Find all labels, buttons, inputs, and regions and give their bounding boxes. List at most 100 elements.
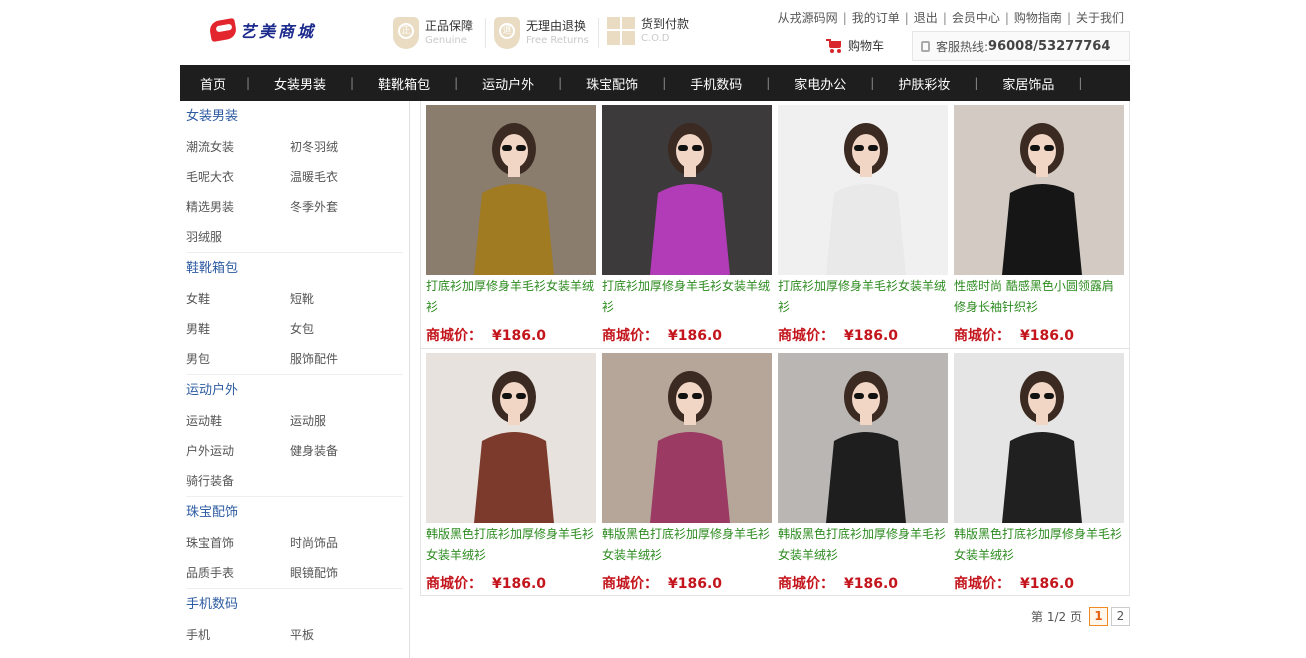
- page-info: 第 1/2 页: [1031, 610, 1082, 624]
- product-card[interactable]: 韩版黑色打底衫加厚修身羊毛衫女装羊绒衫 商城价： ¥186.0: [778, 353, 948, 593]
- subcategory-link[interactable]: 运动服: [290, 406, 394, 436]
- product-name[interactable]: 打底衫加厚修身羊毛衫女装羊绒衫: [602, 276, 772, 318]
- product-card[interactable]: 打底衫加厚修身羊毛衫女装羊绒衫 商城价： ¥186.0: [426, 105, 596, 345]
- hotline-label: 客服热线:: [936, 39, 989, 54]
- logo-text: 艺美商城: [240, 22, 317, 41]
- category-jewelry: 珠宝配饰 珠宝首饰 时尚饰品 品质手表 眼镜配饰: [186, 497, 403, 589]
- category-title[interactable]: 鞋靴箱包: [186, 253, 403, 284]
- product-image[interactable]: [954, 105, 1124, 275]
- product-image[interactable]: [778, 105, 948, 275]
- product-image[interactable]: [954, 353, 1124, 523]
- product-name[interactable]: 性感时尚 酷感黑色小圆领露肩修身长袖针织衫: [954, 276, 1124, 318]
- category-title[interactable]: 运动户外: [186, 375, 403, 406]
- nav-item-appliance[interactable]: 家电办公: [770, 74, 870, 93]
- subcategory-link[interactable]: 男包: [186, 344, 290, 374]
- site-logo[interactable]: 艺美商城: [208, 14, 316, 46]
- subcategory-link[interactable]: 初冬羽绒: [290, 132, 394, 162]
- subcategory-link[interactable]: 短靴: [290, 284, 394, 314]
- nav-item-home[interactable]: 首页: [180, 74, 246, 93]
- product-name[interactable]: 韩版黑色打底衫加厚修身羊毛衫女装羊绒衫: [602, 524, 772, 566]
- product-card[interactable]: 韩版黑色打底衫加厚修身羊毛衫女装羊绒衫 商城价： ¥186.0: [954, 353, 1124, 593]
- toplink-shopping-guide[interactable]: 购物指南: [1014, 11, 1062, 25]
- logo-mark-icon: [208, 16, 238, 44]
- divider: [485, 18, 486, 48]
- subcategory-link[interactable]: 品质手表: [186, 558, 290, 588]
- subcategory-link[interactable]: 珠宝首饰: [186, 528, 290, 558]
- cod-box-icon: [607, 17, 635, 45]
- subcategory-link[interactable]: 健身装备: [290, 436, 394, 466]
- divider: [598, 18, 599, 48]
- subcategory-link[interactable]: 骑行装备: [186, 466, 290, 496]
- product-price: 商城价： ¥186.0: [602, 576, 723, 592]
- subcategory-link[interactable]: 时尚饰品: [290, 528, 394, 558]
- category-digital: 手机数码 手机 平板: [186, 589, 403, 650]
- nav-item-beauty[interactable]: 护肤彩妆: [874, 74, 974, 93]
- nav-item-apparel[interactable]: 女装男装: [250, 74, 350, 93]
- hotline-number: 96008/53277764: [988, 38, 1111, 54]
- toplink-about-us[interactable]: 关于我们: [1076, 11, 1124, 25]
- subcategory-link[interactable]: 毛呢大衣: [186, 162, 290, 192]
- toplink-member-center[interactable]: 会员中心: [952, 11, 1000, 25]
- product-row: 打底衫加厚修身羊毛衫女装羊绒衫 商城价： ¥186.0 打底衫加厚修身羊毛衫女装羊…: [421, 101, 1129, 348]
- promise-subtitle: Genuine: [425, 35, 467, 46]
- product-image[interactable]: [602, 353, 772, 523]
- pagination: 第 1/2 页 1 2: [1031, 607, 1130, 626]
- nav-item-home-decor[interactable]: 家居饰品: [978, 74, 1078, 93]
- subcategory-link[interactable]: 手机: [186, 620, 290, 650]
- product-image[interactable]: [426, 353, 596, 523]
- subcategory-link[interactable]: 平板: [290, 620, 394, 650]
- product-price: 商城价： ¥186.0: [602, 328, 723, 344]
- product-card[interactable]: 韩版黑色打底衫加厚修身羊毛衫女装羊绒衫 商城价： ¥186.0: [426, 353, 596, 593]
- promise-subtitle: C.O.D: [641, 33, 670, 44]
- nav-item-digital[interactable]: 手机数码: [666, 74, 766, 93]
- product-name[interactable]: 韩版黑色打底衫加厚修身羊毛衫女装羊绒衫: [954, 524, 1124, 566]
- product-price: 商城价： ¥186.0: [426, 576, 547, 592]
- category-title[interactable]: 女装男装: [186, 101, 403, 132]
- product-card[interactable]: 打底衫加厚修身羊毛衫女装羊绒衫 商城价： ¥186.0: [778, 105, 948, 345]
- nav-divider: |: [1078, 76, 1083, 90]
- returns-shield-icon: 退: [494, 17, 520, 49]
- category-title[interactable]: 手机数码: [186, 589, 403, 620]
- subcategory-link[interactable]: 羽绒服: [186, 222, 290, 252]
- product-name[interactable]: 打底衫加厚修身羊毛衫女装羊绒衫: [426, 276, 596, 318]
- subcategory-link[interactable]: 眼镜配饰: [290, 558, 394, 588]
- product-image[interactable]: [602, 105, 772, 275]
- cart-link[interactable]: 购物车: [826, 37, 884, 54]
- subcategory-link[interactable]: 户外运动: [186, 436, 290, 466]
- cart-icon: [826, 38, 842, 53]
- category-sidebar: 女装男装 潮流女装 初冬羽绒 毛呢大衣 温暖毛衣 精选男装 冬季外套 羽绒服 鞋…: [180, 101, 410, 658]
- product-name[interactable]: 打底衫加厚修身羊毛衫女装羊绒衫: [778, 276, 948, 318]
- subcategory-link[interactable]: 女包: [290, 314, 394, 344]
- product-price: 商城价： ¥186.0: [778, 576, 899, 592]
- toplink-logout[interactable]: 退出: [914, 11, 938, 25]
- subcategory-link[interactable]: 女鞋: [186, 284, 290, 314]
- subcategory-link[interactable]: 男鞋: [186, 314, 290, 344]
- product-name[interactable]: 韩版黑色打底衫加厚修身羊毛衫女装羊绒衫: [426, 524, 596, 566]
- product-card[interactable]: 韩版黑色打底衫加厚修身羊毛衫女装羊绒衫 商城价： ¥186.0: [602, 353, 772, 593]
- page-button-1[interactable]: 1: [1089, 607, 1108, 626]
- promise-genuine: 正 正品保障 Genuine: [393, 17, 473, 49]
- product-image[interactable]: [426, 105, 596, 275]
- subcategory-link[interactable]: 运动鞋: [186, 406, 290, 436]
- top-links: 从戎源码网 | 我的订单 | 退出 | 会员中心 | 购物指南 | 关于我们: [777, 11, 1124, 25]
- product-card[interactable]: 性感时尚 酷感黑色小圆领露肩修身长袖针织衫 商城价： ¥186.0: [954, 105, 1124, 345]
- product-card[interactable]: 打底衫加厚修身羊毛衫女装羊绒衫 商城价： ¥186.0: [602, 105, 772, 345]
- product-price: 商城价： ¥186.0: [954, 576, 1075, 592]
- nav-item-shoes-bags[interactable]: 鞋靴箱包: [354, 74, 454, 93]
- toplink-my-orders[interactable]: 我的订单: [852, 11, 900, 25]
- subcategory-link[interactable]: 服饰配件: [290, 344, 394, 374]
- promise-title: 货到付款: [641, 17, 690, 31]
- nav-item-outdoor[interactable]: 运动户外: [458, 74, 558, 93]
- category-title[interactable]: 珠宝配饰: [186, 497, 403, 528]
- nav-item-jewelry[interactable]: 珠宝配饰: [562, 74, 662, 93]
- product-price: 商城价： ¥186.0: [778, 328, 899, 344]
- toplink-source-site[interactable]: 从戎源码网: [778, 11, 838, 25]
- subcategory-link[interactable]: 冬季外套: [290, 192, 394, 222]
- subcategory-link[interactable]: 精选男装: [186, 192, 290, 222]
- subcategory-link[interactable]: 温暖毛衣: [290, 162, 394, 192]
- subcategory-link[interactable]: 潮流女装: [186, 132, 290, 162]
- product-name[interactable]: 韩版黑色打底衫加厚修身羊毛衫女装羊绒衫: [778, 524, 948, 566]
- page-button-2[interactable]: 2: [1111, 607, 1130, 626]
- product-image[interactable]: [778, 353, 948, 523]
- promise-cod: 货到付款 C.O.D: [607, 17, 689, 45]
